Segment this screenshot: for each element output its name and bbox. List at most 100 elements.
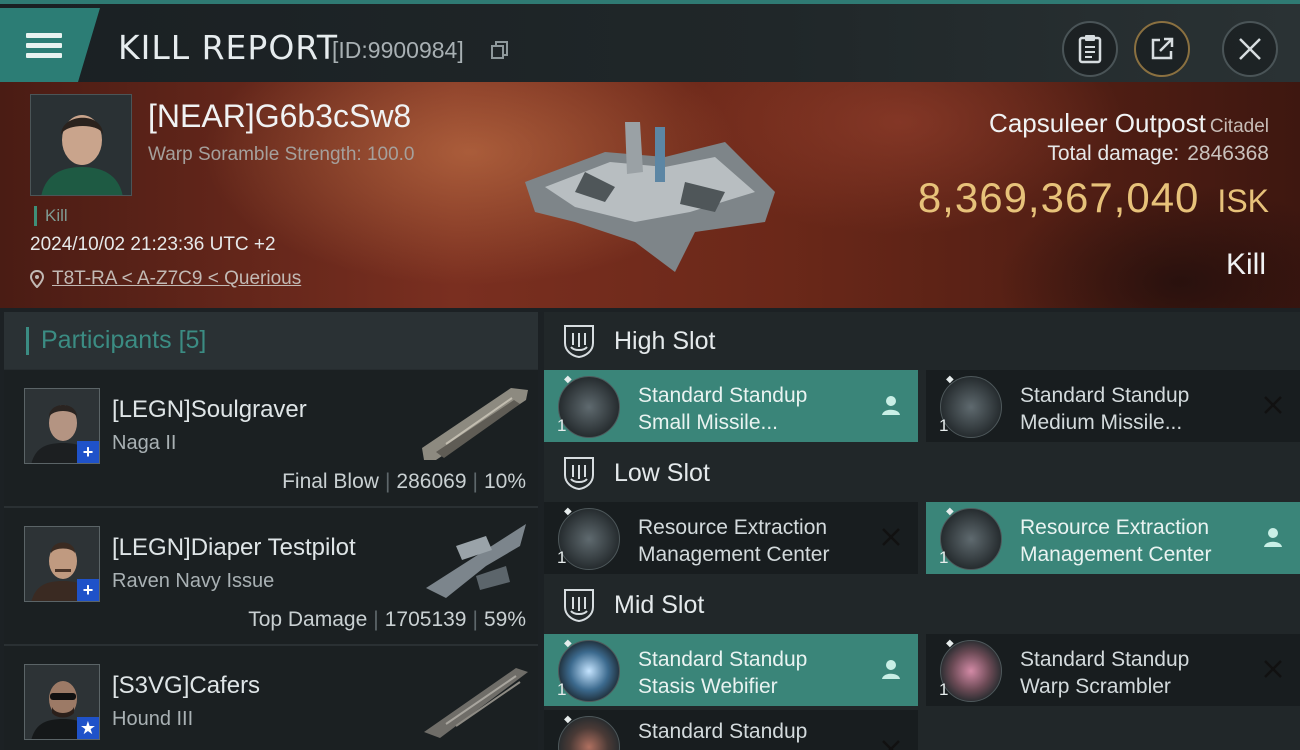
participant-damage: 1705139	[384, 608, 467, 631]
module-item[interactable]: ◆ 1 Resource Extraction Management Center	[544, 502, 918, 574]
participant-role: Top Damage	[248, 608, 368, 631]
destroyed-x-icon	[882, 740, 900, 750]
module-item[interactable]: ◆ 1 Standard Standup Medium Missile...	[926, 370, 1300, 442]
low-slot-label: Low Slot	[614, 458, 710, 487]
tech-mark-icon: ◆	[564, 374, 572, 385]
tech-mark-icon: ◆	[564, 714, 572, 725]
participant-name[interactable]: [LEGN]Soulgraver	[112, 396, 307, 424]
participant-ship: Hound III	[112, 708, 194, 730]
location-pin-icon	[30, 270, 44, 288]
high-slot-label: High Slot	[614, 326, 716, 355]
mid-slot-label: Mid Slot	[614, 590, 705, 619]
avatar[interactable]: +	[24, 526, 100, 602]
warp-scrambler-icon	[940, 640, 1002, 702]
module-qty: 1	[939, 416, 949, 435]
participant-stats: Top Damage | 1705139 | 59%	[248, 608, 526, 632]
avatar[interactable]: ★	[24, 664, 100, 740]
avatar[interactable]: +	[24, 388, 100, 464]
person-icon	[1264, 528, 1282, 547]
kill-timestamp: 2024/10/02 21:23:36 UTC +2	[30, 234, 276, 255]
location-link[interactable]: T8T-RA < A-Z7C9 < Querious	[52, 268, 301, 290]
person-icon	[882, 396, 900, 415]
module-item[interactable]: ◆ Standard Standup	[544, 710, 918, 750]
destroyed-x-icon	[1264, 396, 1282, 414]
ship-image-icon	[424, 668, 528, 738]
slot-shield-icon	[564, 325, 594, 359]
copy-icon[interactable]	[490, 40, 510, 60]
participants-count: [5]	[178, 326, 207, 354]
victim-banner: [NEAR]G6b3cSw8 Warp Soramble Strength: 1…	[0, 82, 1300, 308]
separator: |	[472, 608, 478, 631]
missile-launcher-icon	[558, 376, 620, 438]
total-damage-value: 2846368	[1187, 142, 1269, 165]
mid-slot-header: Mid Slot	[544, 576, 1300, 634]
corp-badge: ★	[77, 717, 99, 739]
structure-class: Citadel	[1209, 116, 1269, 137]
kill-location[interactable]: T8T-RA < A-Z7C9 < Querious	[30, 268, 301, 290]
tech-mark-icon: ◆	[946, 374, 954, 385]
participant-row[interactable]: ★ [S3VG]Cafers Hound III	[4, 646, 538, 750]
low-slot-header: Low Slot	[544, 444, 1300, 502]
kill-tag: Kill	[34, 206, 68, 226]
victim-name[interactable]: [NEAR]G6b3cSw8	[148, 98, 411, 135]
participant-stats: Final Blow | 286069 | 10%	[282, 470, 526, 494]
share-button[interactable]	[1134, 21, 1190, 77]
participant-name[interactable]: [S3VG]Cafers	[112, 672, 260, 700]
ship-image-icon	[422, 388, 528, 460]
close-icon	[1239, 38, 1261, 60]
separator: |	[384, 470, 391, 493]
clipboard-button[interactable]	[1062, 21, 1118, 77]
module-qty: 1	[557, 416, 567, 435]
participants-label: Participants	[41, 326, 172, 354]
clipboard-icon	[1078, 35, 1102, 64]
warp-scramble-strength: Warp Soramble Strength: 100.0	[148, 144, 415, 165]
tech-mark-icon: ◆	[946, 638, 954, 649]
extraction-center-icon	[940, 508, 1002, 570]
tech-mark-icon: ◆	[564, 506, 572, 517]
module-qty: 1	[939, 680, 949, 699]
destroyed-x-icon	[882, 528, 900, 546]
ship-image-icon	[426, 524, 526, 598]
page-title: KILL REPORT	[118, 28, 338, 67]
participant-row[interactable]: + [LEGN]Diaper Testpilot Raven Navy Issu…	[4, 508, 538, 646]
corp-badge: +	[77, 579, 99, 601]
module-name: Standard Standup Small Missile...	[638, 384, 808, 434]
victim-portrait[interactable]	[30, 94, 132, 196]
module-name: Standard Standup Medium Missile...	[1020, 384, 1190, 434]
module-qty: 1	[939, 548, 949, 567]
isk-value: 8,369,367,040 ISK	[918, 174, 1269, 222]
module-item[interactable]: ◆ 1 Standard Standup Small Missile...	[544, 370, 918, 442]
module-item[interactable]: ◆ 1 Standard Standup Stasis Webifier	[544, 634, 918, 706]
participant-role: Final Blow	[282, 470, 379, 493]
structure-type: Capsuleer Outpost Citadel	[989, 108, 1269, 139]
module-item[interactable]: ◆ 1 Standard Standup Warp Scrambler	[926, 634, 1300, 706]
module-item[interactable]: ◆ 1 Resource Extraction Management Center	[926, 502, 1300, 574]
participant-damage: 286069	[396, 470, 467, 493]
close-button[interactable]	[1222, 21, 1278, 77]
header-accent	[26, 326, 29, 355]
destroyed-x-icon	[1264, 660, 1282, 678]
module-name: Resource Extraction Management Center	[1020, 516, 1212, 566]
share-icon	[1151, 37, 1174, 60]
participant-percent: 59%	[483, 608, 526, 631]
title-bar: KILL REPORT [ID:9900984]	[0, 0, 1300, 82]
participant-row[interactable]: + [LEGN]Soulgraver Naga II Final Blow | 28…	[4, 370, 538, 508]
total-damage: Total damage: 2846368	[1047, 142, 1269, 166]
isk-amount: 8,369,367,040	[917, 174, 1200, 221]
total-damage-label: Total damage:	[1047, 142, 1180, 165]
stasis-webifier-icon	[558, 640, 620, 702]
tech-mark-icon: ◆	[946, 506, 954, 517]
module-name: Standard Standup Stasis Webifier	[638, 648, 808, 698]
menu-button[interactable]	[0, 8, 100, 82]
participant-percent: 10%	[483, 470, 526, 493]
slot-shield-icon	[564, 589, 594, 623]
participant-ship: Raven Navy Issue	[112, 570, 275, 592]
person-icon	[882, 660, 900, 679]
participants-header: Participants [5]	[4, 312, 538, 370]
module-name: Standard Standup	[638, 720, 808, 743]
report-id: [ID:9900984]	[332, 37, 464, 63]
module-qty: 1	[557, 548, 567, 567]
structure-name[interactable]: Capsuleer Outpost	[989, 108, 1206, 138]
slot-shield-icon	[564, 457, 594, 491]
participant-name[interactable]: [LEGN]Diaper Testpilot	[112, 534, 356, 562]
